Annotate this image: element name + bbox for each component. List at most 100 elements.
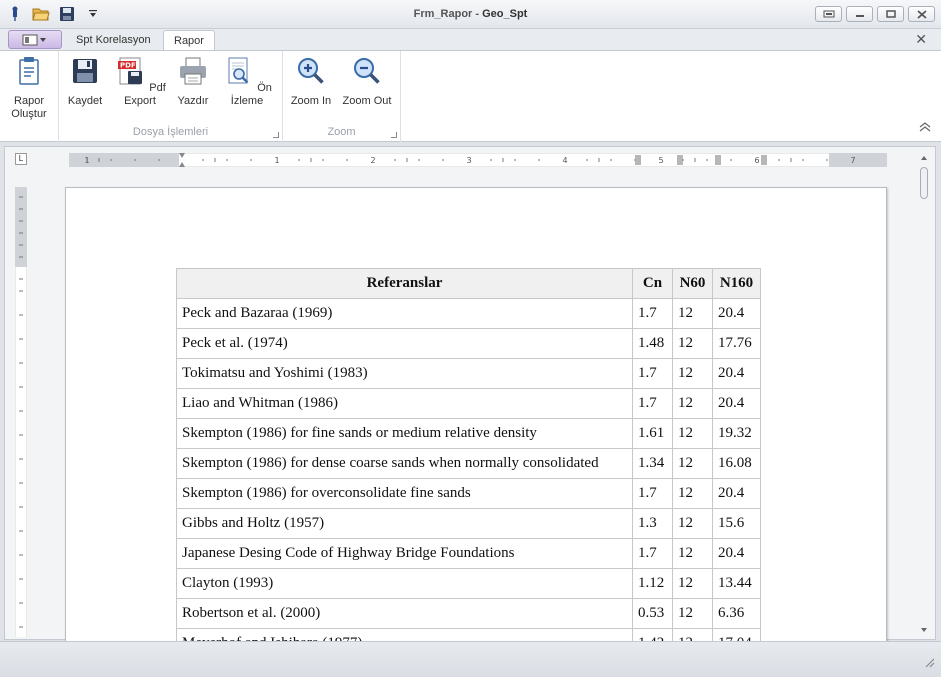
cell-cn: 1.61 bbox=[632, 418, 673, 449]
maximize-button[interactable] bbox=[877, 6, 904, 22]
application-menu-button[interactable] bbox=[8, 30, 62, 49]
zoom-in-label: Zoom In bbox=[290, 95, 332, 107]
cell-referans: Tokimatsu and Yoshimi (1983) bbox=[176, 358, 633, 389]
yazdir-button[interactable]: Yazdır bbox=[175, 55, 211, 108]
cell-cn: 1.7 bbox=[632, 358, 673, 389]
cell-n60: 12 bbox=[672, 298, 713, 329]
cell-referans: Liao and Whitman (1986) bbox=[176, 388, 633, 419]
ribbon-tabs: Spt Korelasyon Rapor ✕ bbox=[0, 29, 941, 50]
ruler-number: 2 bbox=[370, 156, 375, 165]
report-create-icon bbox=[19, 57, 39, 85]
header-referanslar: Referanslar bbox=[176, 268, 633, 299]
cell-referans: Robertson et al. (2000) bbox=[176, 598, 633, 629]
title-bar: Frm_Rapor - Geo_Spt bbox=[0, 0, 941, 29]
cell-n160: 16.08 bbox=[712, 448, 761, 479]
close-button[interactable] bbox=[908, 6, 935, 22]
window-title: Frm_Rapor - Geo_Spt bbox=[0, 8, 941, 20]
window-controls bbox=[815, 6, 935, 22]
header-cn: Cn bbox=[632, 268, 673, 299]
table-row: Liao and Whitman (1986) 1.7 12 20.4 bbox=[176, 388, 761, 419]
table-row: Tokimatsu and Yoshimi (1983) 1.7 12 20.4 bbox=[176, 358, 761, 389]
cell-cn: 1.34 bbox=[632, 448, 673, 479]
on-izleme-button[interactable]: Ön İzleme bbox=[220, 55, 274, 108]
cell-n160: 15.6 bbox=[712, 508, 761, 539]
table-header-row: Referanslar Cn N60 N160 bbox=[176, 268, 761, 299]
cell-n160: 20.4 bbox=[712, 538, 761, 569]
cell-n60: 12 bbox=[672, 508, 713, 539]
cell-n160: 20.4 bbox=[712, 358, 761, 389]
ruler-number: 1 bbox=[274, 156, 279, 165]
cell-referans: Peck et al. (1974) bbox=[176, 328, 633, 359]
ruler-number: 4 bbox=[562, 156, 567, 165]
ruler-number: 6 bbox=[754, 156, 759, 165]
window-title-separator: - bbox=[472, 8, 483, 20]
cell-referans: Peck and Bazaraa (1969) bbox=[176, 298, 633, 329]
ribbon-panel: Rapor Oluştur Kaydet PDF Pdf Export Yazd… bbox=[0, 50, 941, 142]
vertical-ruler[interactable] bbox=[15, 187, 27, 637]
cell-cn: 1.7 bbox=[632, 538, 673, 569]
rapor-olustur-button[interactable]: Rapor Oluştur bbox=[6, 55, 52, 121]
zoom-in-button[interactable]: Zoom In bbox=[289, 55, 333, 108]
table-row: Skempton (1986) for dense coarse sands w… bbox=[176, 448, 761, 479]
preview-icon bbox=[228, 57, 249, 84]
pdf-export-button[interactable]: PDF Pdf Export bbox=[112, 55, 168, 108]
kaydet-button[interactable]: Kaydet bbox=[64, 55, 106, 108]
group-zoom: Zoom In Zoom Out Zoom bbox=[283, 51, 401, 142]
table-row: Skempton (1986) for fine sands or medium… bbox=[176, 418, 761, 449]
cell-referans: Clayton (1993) bbox=[176, 568, 633, 599]
report-table: Referanslar Cn N60 N160 Peck and Bazaraa… bbox=[176, 268, 761, 646]
cell-cn: 1.3 bbox=[632, 508, 673, 539]
restore-down-button[interactable] bbox=[815, 6, 842, 22]
cell-referans: Skempton (1986) for fine sands or medium… bbox=[176, 418, 633, 449]
zoom-dialog-launcher-icon[interactable] bbox=[391, 132, 397, 138]
cell-cn: 1.7 bbox=[632, 388, 673, 419]
cell-n160: 20.4 bbox=[712, 478, 761, 509]
horizontal-ruler[interactable]: 1 1 2 3 4 5 6 7 bbox=[69, 153, 887, 167]
cell-referans: Gibbs and Holtz (1957) bbox=[176, 508, 633, 539]
group-dosya-islemleri: Kaydet PDF Pdf Export Yazdır Ön İzleme D… bbox=[59, 51, 283, 142]
cell-referans: Skempton (1986) for overconsolidate fine… bbox=[176, 478, 633, 509]
cell-cn: 0.53 bbox=[632, 598, 673, 629]
zoom-in-icon bbox=[298, 58, 324, 84]
zoom-out-button[interactable]: Zoom Out bbox=[341, 55, 393, 108]
cell-cn: 1.48 bbox=[632, 328, 673, 359]
window-title-form: Frm_Rapor bbox=[413, 8, 473, 20]
document-viewer[interactable]: L 1 1 2 3 4 5 6 7 Referanslar Cn N60 N16… bbox=[4, 146, 936, 647]
vertical-scrollbar[interactable] bbox=[917, 151, 931, 637]
table-row: Peck and Bazaraa (1969) 1.7 12 20.4 bbox=[176, 298, 761, 329]
cell-n60: 12 bbox=[672, 598, 713, 629]
cell-n60: 12 bbox=[672, 328, 713, 359]
cell-n160: 17.76 bbox=[712, 328, 761, 359]
svg-text:PDF: PDF bbox=[120, 62, 136, 70]
cell-n160: 6.36 bbox=[712, 598, 761, 629]
group-label-zoom: Zoom bbox=[327, 126, 356, 138]
tab-stop-selector[interactable]: L bbox=[15, 153, 27, 165]
cell-n160: 13.44 bbox=[712, 568, 761, 599]
table-row: Japanese Desing Code of Highway Bridge F… bbox=[176, 538, 761, 569]
group-report: Rapor Oluştur bbox=[0, 51, 59, 142]
zoom-out-icon bbox=[354, 58, 380, 84]
cell-cn: 1.12 bbox=[632, 568, 673, 599]
cell-n60: 12 bbox=[672, 358, 713, 389]
tab-spt-korelasyon[interactable]: Spt Korelasyon bbox=[66, 30, 161, 50]
close-document-icon[interactable]: ✕ bbox=[915, 31, 927, 48]
collapse-ribbon-icon[interactable] bbox=[919, 122, 931, 135]
resize-grip-icon[interactable] bbox=[923, 656, 935, 671]
ruler-number: 5 bbox=[658, 156, 663, 165]
status-bar bbox=[0, 641, 941, 677]
zoom-out-label: Zoom Out bbox=[342, 95, 392, 107]
scrollbar-thumb[interactable] bbox=[920, 167, 928, 199]
dialog-launcher-icon[interactable] bbox=[273, 132, 279, 138]
table-row: Peck et al. (1974) 1.48 12 17.76 bbox=[176, 328, 761, 359]
cell-n60: 12 bbox=[672, 388, 713, 419]
ruler-number: 1 bbox=[84, 156, 89, 165]
table-row: Gibbs and Holtz (1957) 1.3 12 15.6 bbox=[176, 508, 761, 539]
printer-icon bbox=[180, 57, 206, 85]
yazdir-label: Yazdır bbox=[177, 95, 209, 107]
ruler-number: 3 bbox=[466, 156, 471, 165]
kaydet-label: Kaydet bbox=[67, 95, 103, 107]
rapor-olustur-label: Rapor Oluştur bbox=[11, 95, 47, 120]
tab-rapor[interactable]: Rapor bbox=[163, 30, 215, 50]
cell-n60: 12 bbox=[672, 568, 713, 599]
minimize-button[interactable] bbox=[846, 6, 873, 22]
